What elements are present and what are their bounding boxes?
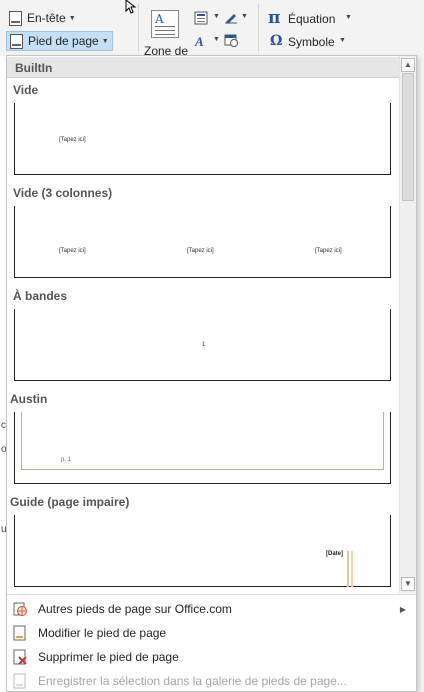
guide-bar: [351, 551, 353, 587]
svg-text:A: A: [194, 34, 204, 48]
wordart-icon[interactable]: A: [194, 34, 208, 48]
scroll-thumb[interactable]: [402, 73, 414, 201]
ribbon: En-tête ▼ Pied de page ▼ A Zone de ▼ ▼ A…: [0, 0, 424, 58]
save-selection-icon: [13, 673, 26, 689]
gallery-item-vide[interactable]: [Tapez ici]: [14, 103, 391, 175]
gallery-item-title: Vide: [13, 83, 39, 97]
pi-icon: π: [268, 8, 281, 28]
scroll-down-icon[interactable]: ▼: [401, 577, 415, 591]
section-header-builtin: BuiltIn: [7, 57, 399, 78]
footer-gallery-dropdown: BuiltIn Vide [Tapez ici] Vide (3 colonne…: [6, 55, 417, 692]
date-time-icon[interactable]: [224, 33, 238, 47]
gallery-item-title: Guide (page impaire): [10, 495, 130, 509]
symbol-label: Symbole: [288, 35, 335, 49]
header-button[interactable]: En-tête ▼: [6, 8, 79, 28]
gallery-item-title: Vide (3 colonnes): [13, 186, 113, 200]
ribbon-divider: [258, 4, 259, 52]
menu-item-edit-footer[interactable]: Modifier le pied de page: [7, 621, 416, 645]
chevron-down-icon: ▼: [68, 14, 76, 22]
menu-item-save-selection[interactable]: Enregistrer la sélection dans la galerie…: [7, 669, 416, 692]
ribbon-divider: [138, 4, 139, 52]
guide-bar: [347, 551, 349, 587]
gallery-item-title: Austin: [10, 392, 48, 406]
austin-border: [21, 412, 384, 470]
text-box-icon[interactable]: A: [151, 10, 179, 38]
office-globe-icon: [13, 602, 27, 616]
chevron-down-icon: ▼: [241, 13, 248, 20]
chevron-down-icon: ▼: [339, 37, 346, 44]
gallery-item-title: À bandes: [13, 289, 68, 303]
gallery-item-a-bandes[interactable]: 1: [14, 309, 391, 381]
signature-line-icon[interactable]: [224, 10, 238, 24]
delete-footer-icon: [13, 649, 27, 665]
gallery-scrollbar[interactable]: ▲ ▼: [399, 56, 416, 593]
header-button-label: En-tête: [27, 11, 66, 25]
equation-label: Équation: [288, 12, 336, 26]
footer-gallery: BuiltIn Vide [Tapez ici] Vide (3 colonne…: [7, 56, 399, 593]
menu-item-remove-footer[interactable]: Supprimer le pied de page: [7, 645, 416, 669]
gallery-item-vide-3-colonnes[interactable]: [Tapez ici] [Tapez ici] [Tapez ici]: [14, 206, 391, 278]
gallery-item-austin[interactable]: p. 1: [14, 412, 391, 484]
menu-item-more-footers[interactable]: Autres pieds de page sur Office.com ▶: [7, 597, 416, 621]
chevron-down-icon: ▼: [213, 36, 220, 43]
gallery-item-guide-page-impaire[interactable]: [Date]: [14, 515, 391, 587]
omega-icon: Ω: [270, 33, 283, 49]
footer-icon: [10, 33, 23, 49]
chevron-down-icon: ▼: [213, 13, 220, 20]
chevron-down-icon: ▼: [101, 37, 109, 45]
footer-button-label: Pied de page: [28, 34, 99, 48]
page-edit-icon: [13, 625, 26, 641]
footer-button[interactable]: Pied de page ▼: [6, 31, 113, 51]
quick-parts-icon[interactable]: [194, 11, 208, 25]
chevron-right-icon: ▶: [399, 604, 406, 614]
footer-menu: Autres pieds de page sur Office.com ▶ Mo…: [7, 594, 416, 692]
scroll-up-icon[interactable]: ▲: [401, 58, 415, 72]
chevron-down-icon: ▼: [345, 14, 352, 21]
mouse-cursor-icon: [125, 0, 137, 14]
header-icon: [9, 10, 22, 26]
